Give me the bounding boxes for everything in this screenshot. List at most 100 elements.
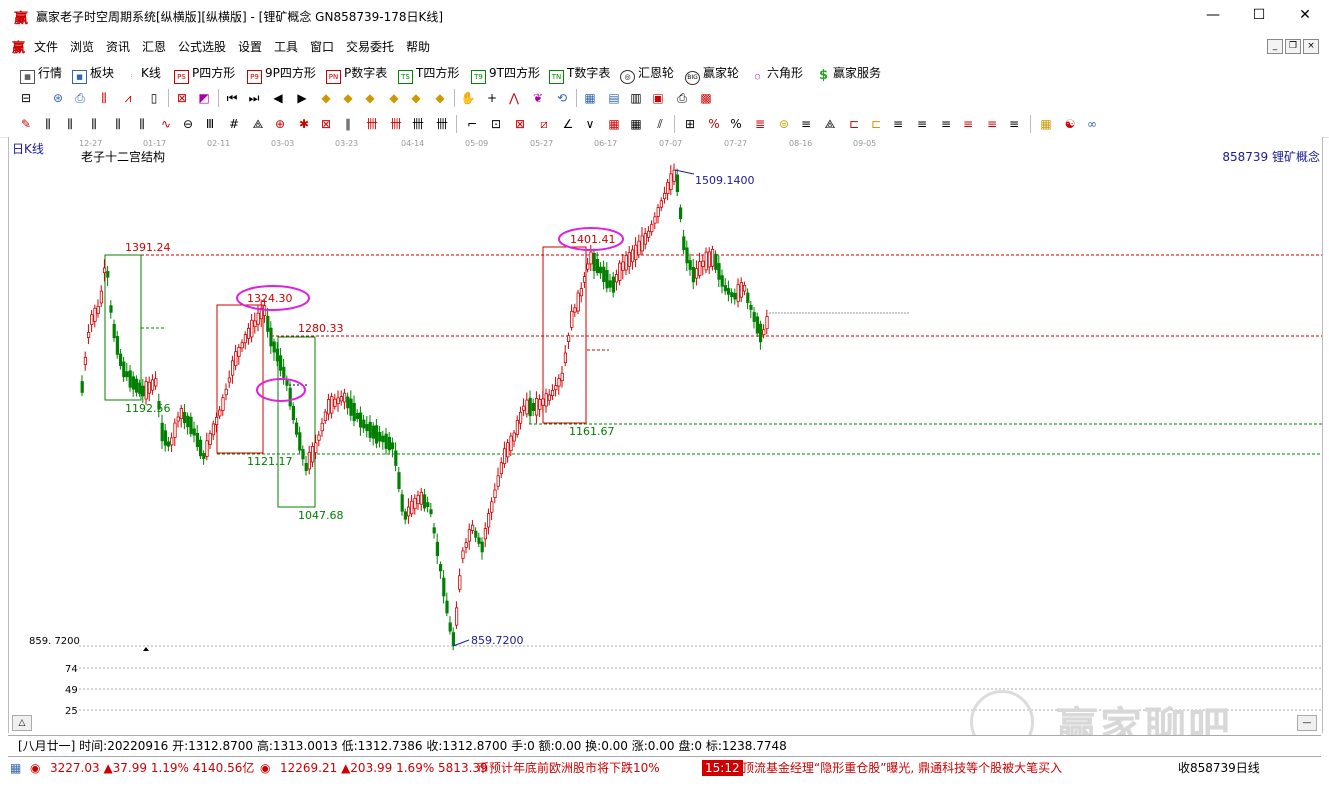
- mdi-restore-button[interactable]: ❐: [1285, 39, 1301, 54]
- diamond-6-icon[interactable]: ◆: [432, 90, 448, 106]
- lines6-icon[interactable]: ≡: [984, 116, 1000, 132]
- menu-settings[interactable]: 设置: [238, 38, 262, 55]
- fence-icon[interactable]: 卌: [410, 116, 426, 132]
- toolbar-winnerwheel-button[interactable]: BIG 赢家轮: [685, 64, 739, 85]
- ticker-sz-index[interactable]: 12269.21 ▲203.99 1.69% 5813.39: [280, 757, 488, 779]
- export-icon[interactable]: ▩: [698, 90, 714, 106]
- percent-icon[interactable]: %: [728, 116, 744, 132]
- mdi-minimize-button[interactable]: _: [1267, 39, 1283, 54]
- fib-icon[interactable]: ≣: [752, 116, 768, 132]
- diamond-2-icon[interactable]: ◆: [340, 90, 356, 106]
- corner-icon[interactable]: ⌐: [464, 116, 480, 132]
- menu-formula[interactable]: 公式选股: [178, 38, 226, 55]
- target-icon[interactable]: ⊕: [272, 116, 288, 132]
- bracket-icon[interactable]: ⊏: [846, 116, 862, 132]
- toolbar-service-button[interactable]: $ 赢家服务: [817, 64, 881, 82]
- lines-icon[interactable]: ≡: [798, 116, 814, 132]
- scroll-left-button[interactable]: △: [12, 715, 32, 731]
- lines2-icon[interactable]: ≡: [890, 116, 906, 132]
- crosshair-icon[interactable]: +: [484, 90, 500, 106]
- toolbar-9tsquare-button[interactable]: T9 9T四方形: [471, 64, 540, 84]
- flag-icon[interactable]: ◩: [196, 90, 212, 106]
- infinity-icon[interactable]: ∞: [1084, 116, 1100, 132]
- bars-d-icon[interactable]: ⫼: [110, 116, 126, 132]
- cross-box-icon[interactable]: ⊠: [174, 90, 190, 106]
- ticker-news-2[interactable]: 顶流基金经理“隐形重仓股”曝光, 鼎通科技等个股被大笔买入: [742, 757, 1134, 779]
- brain-icon[interactable]: ❦: [530, 90, 546, 106]
- star-icon[interactable]: ✱: [296, 116, 312, 132]
- bars-c-icon[interactable]: ⫼: [86, 116, 102, 132]
- slashes-icon[interactable]: ⫽: [652, 116, 668, 132]
- ticker-grid-icon[interactable]: ▦: [10, 757, 21, 779]
- toolbar-psquare-button[interactable]: PS P四方形: [174, 64, 235, 84]
- prev-icon[interactable]: ◀: [270, 90, 286, 106]
- menu-info[interactable]: 资讯: [106, 38, 130, 55]
- menu-file[interactable]: 文件: [34, 38, 58, 55]
- layout-dropdown-icon[interactable]: ⊟: [18, 90, 34, 106]
- menu-browse[interactable]: 浏览: [70, 38, 94, 55]
- fan2-icon[interactable]: ⟁: [822, 116, 838, 132]
- parallel-icon[interactable]: ∥: [340, 116, 356, 132]
- last-icon[interactable]: ⏭: [246, 90, 262, 106]
- maximize-button[interactable]: ☐: [1236, 0, 1282, 31]
- zigzag-icon[interactable]: ⋀: [506, 90, 522, 106]
- toolbar-tsquare-button[interactable]: TS T四方形: [398, 64, 459, 84]
- kline-chart[interactable]: 12-27 01-17 02-11 03-03 03-23 04-14 05-09 05-27…: [9, 137, 1322, 733]
- ticker-sh-index[interactable]: 3227.03 ▲37.99 1.19% 4140.56亿: [50, 757, 254, 779]
- save-icon[interactable]: ▣: [650, 90, 666, 106]
- diamond-1-icon[interactable]: ◆: [318, 90, 334, 106]
- bars-e-icon[interactable]: ⫼: [134, 116, 150, 132]
- calculator-icon[interactable]: ▤: [606, 90, 622, 106]
- list-icon[interactable]: ▥: [628, 90, 644, 106]
- menu-tools[interactable]: 工具: [274, 38, 298, 55]
- table-icon[interactable]: ▦: [606, 116, 622, 132]
- toolbar-quotes-button[interactable]: ▦ 行情: [20, 64, 62, 84]
- lines3-icon[interactable]: ≡: [914, 116, 930, 132]
- trend-icon[interactable]: ⩘: [120, 90, 136, 106]
- table2-icon[interactable]: ▦: [628, 116, 644, 132]
- box-cross-icon[interactable]: ⊠: [512, 116, 528, 132]
- bracket2-icon[interactable]: ⊏: [868, 116, 884, 132]
- cross-grid-icon[interactable]: ⊠: [318, 116, 334, 132]
- close-button[interactable]: ✕: [1282, 0, 1328, 31]
- toolbar-kline-button[interactable]: ⫶ K线: [125, 64, 161, 83]
- diamond-5-icon[interactable]: ◆: [408, 90, 424, 106]
- bars-icon[interactable]: ⫼: [96, 90, 112, 106]
- toolbar-9psquare-button[interactable]: P9 9P四方形: [247, 64, 316, 84]
- first-icon[interactable]: ⏮: [224, 90, 240, 106]
- hash-icon[interactable]: #: [226, 116, 242, 132]
- candle-dropdown-icon[interactable]: ▯: [146, 90, 162, 106]
- menu-huien[interactable]: 汇恩: [142, 38, 166, 55]
- menu-window[interactable]: 窗口: [310, 38, 334, 55]
- toolbar-huienwheel-button[interactable]: ◎ 汇恩轮: [620, 64, 674, 84]
- vee-icon[interactable]: ∨: [582, 116, 598, 132]
- sync-icon[interactable]: ⟲: [554, 90, 570, 106]
- yin-yang-icon[interactable]: ☯: [1062, 116, 1078, 132]
- fence2-icon[interactable]: 卌: [434, 116, 450, 132]
- print-icon[interactable]: ⎙: [674, 90, 690, 106]
- menu-logo-icon[interactable]: 赢: [12, 37, 25, 56]
- box-icon[interactable]: ⊡: [488, 116, 504, 132]
- toolbar-hexagon-button[interactable]: ⬡ 六角形: [751, 64, 803, 83]
- box-slash-icon[interactable]: ⧄: [536, 116, 552, 132]
- ticker-news-1[interactable]: 币预计年底前欧洲股市将下跌10%: [477, 757, 660, 779]
- pen-icon[interactable]: ✎: [18, 116, 34, 132]
- lines5-icon[interactable]: ≡: [960, 116, 976, 132]
- grid-bars-icon[interactable]: Ⅲ: [202, 116, 218, 132]
- menu-trade[interactable]: 交易委托: [346, 38, 394, 55]
- next-icon[interactable]: ▶: [294, 90, 310, 106]
- toolbar-tnumber-button[interactable]: TN T数字表: [549, 64, 610, 84]
- kline-chart-panel[interactable]: 12-27 01-17 02-11 03-03 03-23 04-14 05-09 05-27…: [8, 137, 1323, 733]
- grid-table-icon[interactable]: ▦: [1038, 116, 1054, 132]
- comb-icon[interactable]: 卌: [364, 116, 380, 132]
- circle-icon[interactable]: ⊖: [180, 116, 196, 132]
- hand-icon[interactable]: ✋: [460, 90, 476, 106]
- lines4-icon[interactable]: ≡: [938, 116, 954, 132]
- lines7-icon[interactable]: ≡: [1006, 116, 1022, 132]
- doc-icon[interactable]: ⎙: [72, 90, 88, 106]
- world-icon[interactable]: ⊛: [50, 90, 66, 106]
- toolbar-blocks-button[interactable]: ■ 板块: [72, 64, 114, 84]
- wave-icon[interactable]: ∿: [158, 116, 174, 132]
- mdi-close-button[interactable]: ×: [1303, 39, 1319, 54]
- menu-help[interactable]: 帮助: [406, 38, 430, 55]
